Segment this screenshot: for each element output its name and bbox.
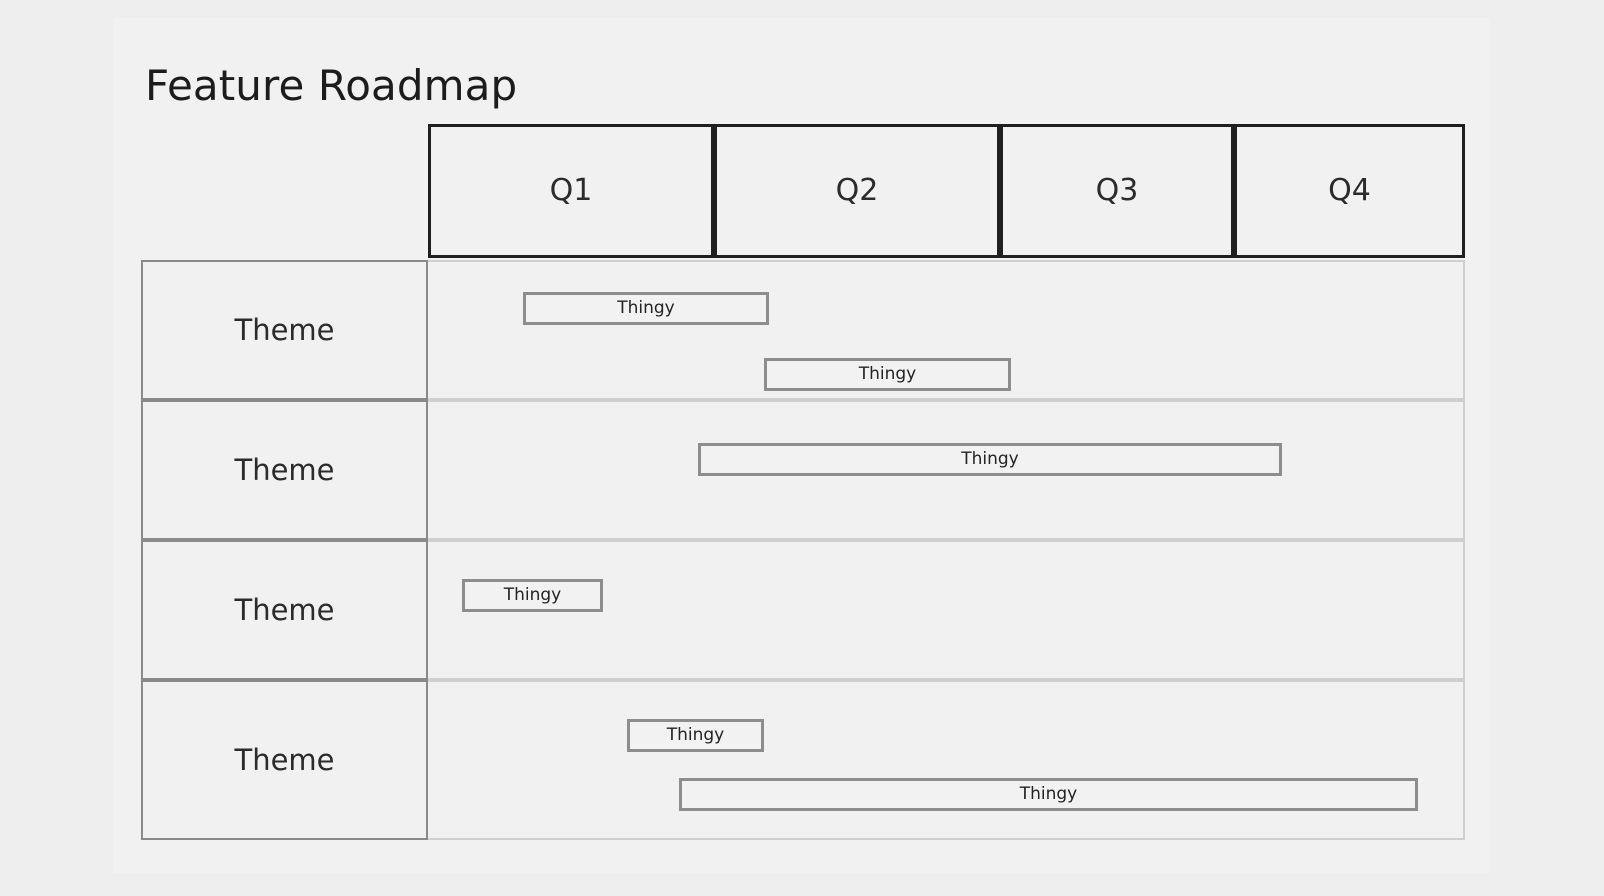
theme-cell-3[interactable]: Theme <box>141 540 428 680</box>
timeline-bar-label: Thingy <box>961 449 1019 469</box>
theme-cell-2[interactable]: Theme <box>141 400 428 540</box>
quarter-label: Q4 <box>1328 173 1371 208</box>
slide-canvas: Feature Roadmap Q1 Q2 Q3 Q4 Theme Theme … <box>113 18 1490 873</box>
timeline-bar[interactable]: Thingy <box>627 719 764 752</box>
timeline-bar[interactable]: Thingy <box>462 579 603 612</box>
theme-label: Theme <box>234 312 335 347</box>
quarter-label: Q1 <box>549 173 593 208</box>
timeline-bar-label: Thingy <box>617 298 675 318</box>
timeline-bar[interactable]: Thingy <box>764 358 1011 391</box>
timeline-bar-label: Thingy <box>503 585 562 605</box>
theme-cell-1[interactable]: Theme <box>141 260 428 400</box>
timeline-bar-label: Thingy <box>858 364 917 384</box>
quarter-label: Q2 <box>835 173 879 208</box>
quarter-header-q3[interactable]: Q3 <box>1000 124 1234 258</box>
timeline-bar-label: Thingy <box>666 725 725 745</box>
roadmap-grid: Q1 Q2 Q3 Q4 Theme Theme Theme Theme Thin… <box>113 18 1490 873</box>
timeline-bar[interactable]: Thingy <box>698 443 1282 476</box>
quarter-header-q2[interactable]: Q2 <box>714 124 1000 258</box>
timeline-bar[interactable]: Thingy <box>679 778 1418 811</box>
theme-label: Theme <box>234 592 335 627</box>
timeline-bar-label: Thingy <box>1019 784 1078 804</box>
quarter-header-q4[interactable]: Q4 <box>1234 124 1465 258</box>
theme-label: Theme <box>234 452 335 487</box>
theme-label: Theme <box>234 742 335 777</box>
timeline-bar[interactable]: Thingy <box>523 292 769 325</box>
theme-cell-4[interactable]: Theme <box>141 680 428 840</box>
quarter-header-q1[interactable]: Q1 <box>428 124 714 258</box>
quarter-label: Q3 <box>1095 173 1139 208</box>
lane-row-4 <box>428 680 1465 840</box>
